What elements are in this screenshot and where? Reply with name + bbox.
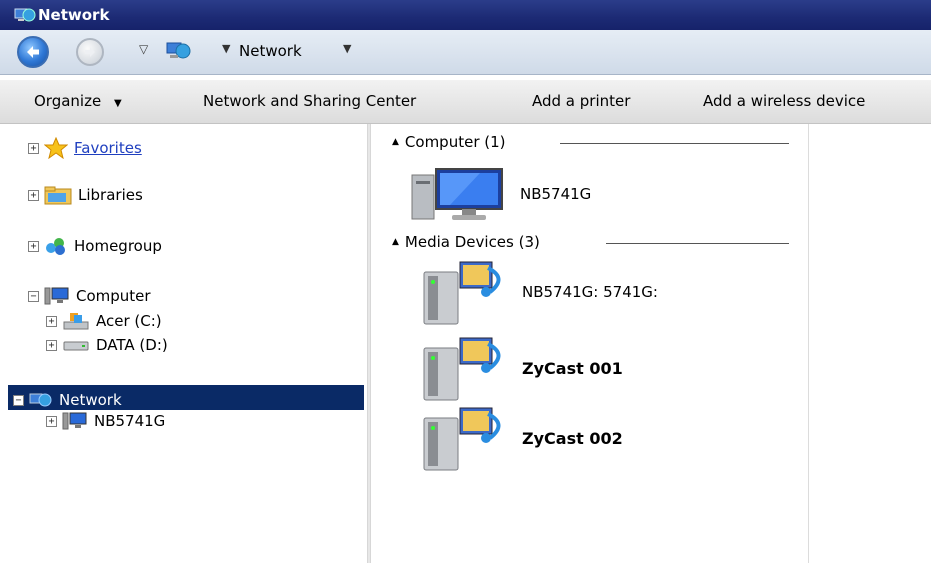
title-bar: Network xyxy=(0,0,931,30)
content-divider xyxy=(808,124,809,563)
collapse-caret-icon[interactable]: ▲ xyxy=(392,237,399,247)
collapse-icon[interactable]: − xyxy=(13,394,24,406)
add-printer-button[interactable]: Add a printer xyxy=(532,92,630,110)
nav-item-homegroup[interactable]: + Homegroup xyxy=(28,236,162,256)
network-label: Network xyxy=(59,391,122,409)
command-bar: Organize ▼ Network and Sharing Center Ad… xyxy=(0,80,931,124)
media-item-label: ZyCast 001 xyxy=(522,358,623,378)
computer-icon xyxy=(62,412,87,430)
nav-item-drive-d[interactable]: + DATA (D:) xyxy=(46,336,168,354)
system-drive-icon xyxy=(63,313,89,330)
media-item-zycast-002[interactable]: ZyCast 002 xyxy=(420,404,623,472)
organize-button[interactable]: Organize ▼ xyxy=(34,92,122,110)
expand-icon[interactable]: + xyxy=(28,240,39,252)
star-icon xyxy=(44,137,68,159)
arrow-left-icon xyxy=(27,46,39,58)
media-item-label: NB5741G: 5741G: xyxy=(522,283,658,301)
nb5741g-nav-label: NB5741G xyxy=(94,412,166,430)
breadcrumb-network-arrow[interactable]: ▼ xyxy=(343,42,351,55)
drive-c-label: Acer (C:) xyxy=(96,312,162,330)
forward-button[interactable] xyxy=(76,38,104,66)
pane-splitter[interactable] xyxy=(367,124,371,563)
computer-item-label: NB5741G xyxy=(520,185,592,203)
computer-group-label: Computer (1) xyxy=(404,133,506,151)
computer-monitor-icon xyxy=(411,168,503,220)
expand-icon[interactable]: + xyxy=(46,315,57,327)
media-item-nb5741g[interactable]: NB5741G: 5741G: xyxy=(420,258,658,326)
arrow-right-icon xyxy=(85,47,95,57)
group-header-media-devices[interactable]: ▲ Media Devices (3) xyxy=(392,233,540,251)
media-group-label: Media Devices (3) xyxy=(404,233,540,251)
expand-icon[interactable]: + xyxy=(46,339,57,351)
media-device-icon xyxy=(423,261,501,325)
nav-item-favorites[interactable]: + Favorites xyxy=(28,137,142,159)
nav-item-libraries[interactable]: + Libraries xyxy=(28,185,143,205)
expand-icon[interactable]: + xyxy=(46,415,57,427)
group-separator xyxy=(606,243,789,244)
breadcrumb-root-arrow[interactable]: ▼ xyxy=(222,42,230,55)
homegroup-label: Homegroup xyxy=(74,237,162,255)
libraries-folder-icon xyxy=(44,186,72,205)
drive-d-label: DATA (D:) xyxy=(96,336,168,354)
recent-pages-dropdown[interactable]: ▽ xyxy=(139,42,148,56)
computer-label: Computer xyxy=(76,287,151,305)
breadcrumb-network[interactable]: Network xyxy=(239,42,302,60)
add-wireless-device-button[interactable]: Add a wireless device xyxy=(703,92,865,110)
address-bar: ▽ ▼ Network ▼ xyxy=(0,30,931,75)
media-device-icon xyxy=(423,337,501,401)
group-header-computer[interactable]: ▲ Computer (1) xyxy=(392,133,506,151)
nav-item-nb5741g[interactable]: + NB5741G xyxy=(46,411,165,431)
nav-item-network[interactable]: − Network xyxy=(8,385,364,410)
collapse-icon[interactable]: − xyxy=(28,290,39,302)
chevron-down-icon: ▼ xyxy=(113,98,122,109)
window-title: Network xyxy=(38,6,110,24)
organize-label: Organize xyxy=(34,92,102,110)
favorites-label[interactable]: Favorites xyxy=(74,139,142,157)
homegroup-icon xyxy=(46,238,65,255)
nav-item-computer[interactable]: − Computer xyxy=(28,286,151,306)
media-item-zycast-001[interactable]: ZyCast 001 xyxy=(420,334,623,402)
computer-item-nb5741g[interactable]: NB5741G xyxy=(410,165,591,223)
hard-drive-icon xyxy=(63,341,89,351)
media-device-icon xyxy=(423,407,501,471)
back-button[interactable] xyxy=(17,36,49,68)
nav-item-drive-c[interactable]: + Acer (C:) xyxy=(46,311,162,331)
expand-icon[interactable]: + xyxy=(28,189,39,201)
media-item-label: ZyCast 002 xyxy=(522,428,623,448)
collapse-caret-icon[interactable]: ▲ xyxy=(392,137,399,147)
network-icon xyxy=(14,8,36,22)
network-icon xyxy=(29,393,52,407)
network-icon xyxy=(166,42,191,59)
libraries-label: Libraries xyxy=(78,186,143,204)
network-sharing-center-button[interactable]: Network and Sharing Center xyxy=(203,92,416,110)
computer-icon xyxy=(44,287,69,305)
expand-icon[interactable]: + xyxy=(28,142,39,154)
group-separator xyxy=(560,143,789,144)
